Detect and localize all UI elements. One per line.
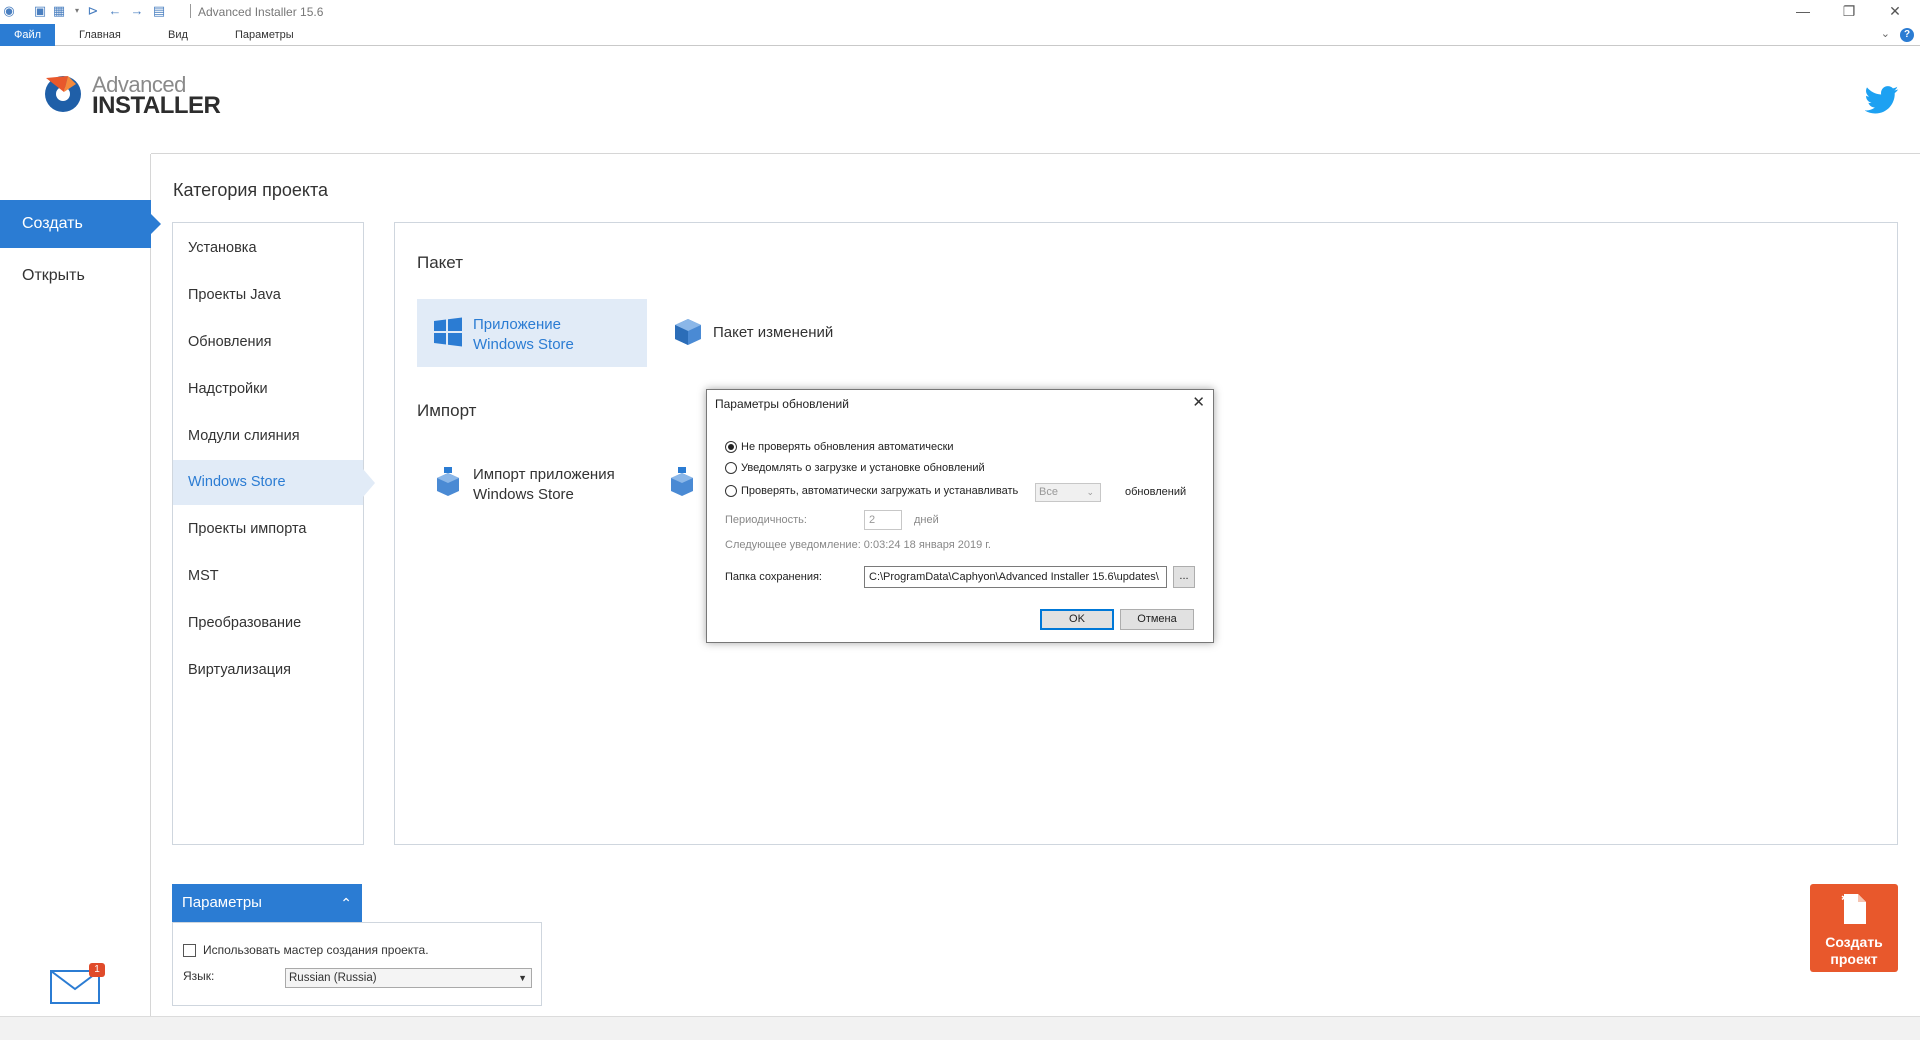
package-import-icon[interactable] — [667, 467, 697, 497]
params-header[interactable]: Параметры ⌃ — [172, 884, 362, 922]
collapse-ribbon-icon[interactable]: ⌄ — [1881, 27, 1890, 40]
language-select[interactable]: Russian (Russia) ▼ — [285, 968, 532, 988]
wizard-checkbox[interactable] — [183, 944, 196, 957]
category-item-merge-modules[interactable]: Модули слияния — [173, 414, 363, 459]
ok-button[interactable]: OK — [1040, 609, 1114, 630]
tile-label-line2: Windows Store — [473, 336, 574, 353]
language-select-value: Russian (Russia) — [289, 972, 377, 984]
category-item-updates[interactable]: Обновления — [173, 320, 363, 365]
save-icon[interactable]: ▣ — [33, 4, 47, 18]
radio-no-auto-check-label[interactable]: Не проверять обновления автоматически — [741, 441, 954, 453]
period-unit: дней — [914, 514, 939, 526]
window-icon[interactable]: ▤ — [152, 4, 166, 18]
category-item-conversion[interactable]: Преобразование — [173, 601, 363, 646]
tile-label-line1: Импорт приложения — [473, 466, 615, 483]
update-scope-value: Все — [1039, 486, 1058, 498]
category-item-virtualization[interactable]: Виртуализация — [173, 648, 363, 693]
category-item-windows-store[interactable]: Windows Store — [173, 460, 375, 505]
help-icon[interactable]: ? — [1900, 28, 1914, 42]
mail-badge: 1 — [89, 963, 105, 977]
category-list: Установка Проекты Java Обновления Надстр… — [172, 222, 375, 845]
period-input[interactable]: 2 — [864, 510, 902, 530]
wizard-checkbox-label: Использовать мастер создания проекта. — [203, 943, 429, 957]
main-divider — [151, 153, 1920, 154]
twitter-icon[interactable] — [1865, 86, 1899, 114]
language-label: Язык: — [183, 969, 215, 983]
radio-auto-install-label[interactable]: Проверять, автоматически загружать и уст… — [741, 485, 1018, 497]
radio-auto-install[interactable] — [725, 485, 737, 497]
logo-text-installer: INSTALLER — [92, 92, 221, 119]
logo-icon — [45, 76, 81, 112]
maximize-button[interactable]: ❐ — [1826, 0, 1872, 24]
run-icon[interactable]: ⊳ — [86, 4, 100, 18]
ribbon-tabs: Файл Главная Вид Параметры ⌄ ? — [0, 24, 1920, 46]
period-label: Периодичность: — [725, 514, 807, 526]
category-item-import-projects[interactable]: Проекты импорта — [173, 507, 363, 552]
tab-file[interactable]: Файл — [0, 24, 55, 46]
new-document-icon: ✱ — [1841, 894, 1866, 924]
cancel-button[interactable]: Отмена — [1120, 609, 1194, 630]
create-project-label-line1: Создать — [1825, 934, 1883, 950]
left-navigation: Создать Открыть — [0, 154, 161, 1024]
radio-notify-updates-label[interactable]: Уведомлять о загрузке и установке обновл… — [741, 462, 985, 474]
back-icon[interactable]: ← — [108, 4, 122, 18]
radio-no-auto-check[interactable] — [725, 441, 737, 453]
windows-logo-icon — [434, 317, 462, 347]
tile-label: Пакет изменений — [713, 324, 834, 341]
tile-import-windows-store-app[interactable]: Импорт приложения Windows Store — [417, 449, 647, 517]
category-item-install[interactable]: Установка — [173, 226, 363, 271]
update-scope-select[interactable]: Все ⌄ — [1035, 483, 1101, 502]
dropdown-icon[interactable]: ▾ — [70, 4, 84, 18]
create-project-label-line2: проект — [1830, 951, 1878, 967]
dialog-title: Параметры обновлений — [715, 397, 849, 411]
update-settings-dialog: Параметры обновлений ✕ Не проверять обно… — [706, 389, 1214, 643]
tile-label-line2: Windows Store — [473, 486, 574, 503]
windows-import-icon — [437, 467, 459, 496]
category-item-mst[interactable]: MST — [173, 554, 363, 599]
title-bar: ◉ ▣ ▦ ▾ ⊳ ← → ▤ Advanced Installer 15.6 … — [0, 0, 1920, 24]
minimize-button[interactable]: — — [1780, 0, 1826, 24]
category-item-addins[interactable]: Надстройки — [173, 367, 363, 412]
save-folder-input[interactable]: C:\ProgramData\Caphyon\Advanced Installe… — [864, 566, 1167, 588]
tab-options[interactable]: Параметры — [225, 24, 304, 46]
tab-home[interactable]: Главная — [69, 24, 131, 46]
package-box-icon — [675, 319, 701, 345]
radio-notify-updates[interactable] — [725, 462, 737, 474]
browse-folder-button[interactable]: ... — [1173, 566, 1195, 588]
update-scope-suffix: обновлений — [1125, 486, 1187, 498]
status-bar — [0, 1016, 1920, 1040]
tile-modification-package[interactable]: Пакет изменений — [657, 299, 887, 367]
next-notification-text: Следующее уведомление: 0:03:24 18 января… — [725, 539, 991, 551]
create-project-button[interactable]: ✱ Создать проект — [1810, 884, 1898, 972]
tab-view[interactable]: Вид — [158, 24, 198, 46]
category-item-java[interactable]: Проекты Java — [173, 273, 363, 318]
nav-item-create[interactable]: Создать — [0, 200, 161, 248]
params-header-label: Параметры — [182, 894, 262, 911]
advanced-installer-logo: Advanced INSTALLER — [42, 70, 232, 120]
section-title-package: Пакет — [417, 253, 463, 272]
chevron-down-icon: ▼ — [518, 973, 527, 983]
page-title: Категория проекта — [173, 180, 329, 200]
section-title-import: Импорт — [417, 401, 477, 420]
close-window-button[interactable]: ✕ — [1872, 0, 1918, 24]
app-icon: ◉ — [3, 3, 15, 18]
forward-icon[interactable]: → — [130, 4, 144, 18]
tile-windows-store-app[interactable]: Приложение Windows Store — [417, 299, 647, 367]
create-project-label: Создать проект — [1810, 934, 1898, 968]
window-title: Advanced Installer 15.6 — [198, 5, 324, 19]
svg-text:✱: ✱ — [1841, 894, 1849, 904]
tile-label-line1: Приложение — [473, 316, 561, 333]
tile-label: Приложение Windows Store — [473, 315, 574, 355]
build-icon[interactable]: ▦ — [52, 4, 66, 18]
dialog-close-icon[interactable]: ✕ — [1192, 393, 1205, 411]
tile-label: Импорт приложения Windows Store — [473, 465, 615, 505]
title-separator — [190, 4, 191, 18]
chevron-up-icon[interactable]: ⌃ — [340, 884, 352, 922]
save-folder-label: Папка сохранения: — [725, 571, 822, 583]
params-panel: Использовать мастер создания проекта. Яз… — [172, 922, 542, 1006]
chevron-down-icon: ⌄ — [1086, 487, 1094, 497]
nav-item-open[interactable]: Открыть — [0, 252, 151, 300]
